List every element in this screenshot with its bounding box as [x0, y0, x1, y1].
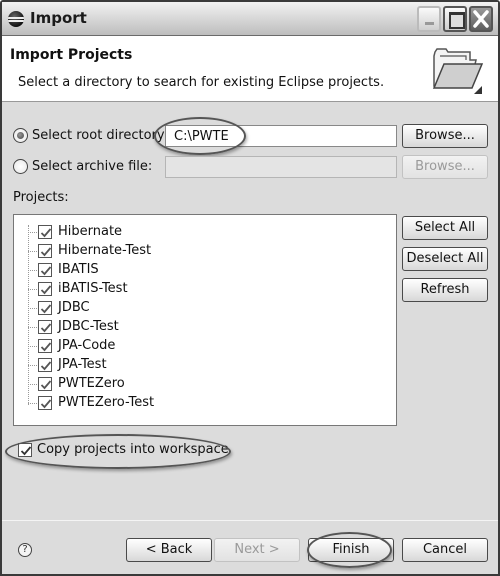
- project-item[interactable]: JPA-Test: [28, 356, 328, 375]
- project-name: IBATIS: [58, 262, 99, 277]
- minimize-button[interactable]: [417, 6, 441, 32]
- page-title: Import Projects: [10, 47, 133, 63]
- projects-list[interactable]: Hibernate Hibernate-Test IBATIS iBATIS-Test…: [13, 214, 397, 426]
- checkmark-icon: [40, 247, 52, 257]
- tree-branch: [28, 251, 37, 252]
- checkmark-icon: [40, 266, 52, 276]
- tree-branch: [28, 308, 37, 309]
- checkmark-icon: [40, 228, 52, 238]
- title-bar[interactable]: Import: [2, 2, 498, 36]
- root-directory-input[interactable]: [165, 125, 397, 147]
- deselect-all-button[interactable]: Deselect All: [402, 247, 488, 271]
- browse-archive-button[interactable]: Browse...: [402, 155, 488, 179]
- copy-into-workspace-label[interactable]: Copy projects into workspace: [37, 442, 229, 457]
- project-checkbox[interactable]: [38, 263, 52, 277]
- project-item[interactable]: iBATIS-Test: [28, 280, 328, 299]
- project-checkbox[interactable]: [38, 244, 52, 258]
- project-name: iBATIS-Test: [58, 281, 128, 296]
- tree-branch: [28, 384, 37, 385]
- project-checkbox[interactable]: [38, 377, 52, 391]
- checkmark-icon: [40, 323, 52, 333]
- tree-branch: [28, 403, 37, 404]
- checkmark-icon: [40, 380, 52, 390]
- checkmark-icon: [40, 285, 52, 295]
- project-name: PWTEZero: [58, 376, 125, 391]
- project-item[interactable]: PWTEZero-Test: [28, 394, 328, 413]
- project-checkbox[interactable]: [38, 282, 52, 296]
- page-description: Select a directory to search for existin…: [18, 75, 385, 90]
- project-name: JDBC: [58, 300, 90, 315]
- window-title: Import: [30, 9, 87, 27]
- wizard-banner: Import Projects Select a directory to se…: [2, 36, 498, 102]
- refresh-button[interactable]: Refresh: [402, 278, 488, 302]
- cancel-button[interactable]: Cancel: [402, 538, 488, 562]
- archive-file-radio[interactable]: [13, 159, 28, 174]
- project-item[interactable]: JPA-Code: [28, 337, 328, 356]
- project-checkbox[interactable]: [38, 320, 52, 334]
- eclipse-icon: [8, 11, 24, 27]
- next-button[interactable]: Next >: [214, 538, 300, 562]
- close-button[interactable]: [469, 6, 493, 32]
- project-name: JPA-Code: [58, 338, 116, 353]
- help-icon[interactable]: ?: [18, 543, 32, 557]
- root-directory-label[interactable]: Select root directory:: [32, 128, 168, 143]
- project-checkbox[interactable]: [38, 396, 52, 410]
- project-checkbox[interactable]: [38, 301, 52, 315]
- checkmark-icon: [40, 342, 52, 352]
- finish-button[interactable]: Finish: [308, 538, 394, 562]
- projects-label: Projects:: [13, 190, 69, 205]
- tree-branch: [28, 365, 37, 366]
- project-item[interactable]: PWTEZero: [28, 375, 328, 394]
- checkmark-icon: [40, 304, 52, 314]
- project-item[interactable]: Hibernate-Test: [28, 242, 328, 261]
- project-item[interactable]: JDBC-Test: [28, 318, 328, 337]
- folder-open-icon: [432, 48, 484, 94]
- project-item[interactable]: JDBC: [28, 299, 328, 318]
- project-item[interactable]: IBATIS: [28, 261, 328, 280]
- import-dialog: Import Import Projects Select a director…: [0, 0, 500, 576]
- copy-into-workspace-checkbox[interactable]: [18, 443, 32, 457]
- tree-branch: [28, 289, 37, 290]
- root-directory-radio[interactable]: [13, 128, 28, 143]
- select-all-button[interactable]: Select All: [402, 216, 488, 240]
- tree-branch: [28, 232, 37, 233]
- back-button[interactable]: < Back: [126, 538, 212, 562]
- project-checkbox[interactable]: [38, 225, 52, 239]
- project-name: PWTEZero-Test: [58, 395, 155, 410]
- project-checkbox[interactable]: [38, 339, 52, 353]
- project-checkbox[interactable]: [38, 358, 52, 372]
- maximize-button[interactable]: [443, 6, 467, 32]
- checkmark-icon: [20, 446, 32, 456]
- project-name: Hibernate: [58, 224, 123, 239]
- archive-file-label[interactable]: Select archive file:: [32, 159, 152, 174]
- project-item[interactable]: Hibernate: [28, 223, 328, 242]
- browse-directory-button[interactable]: Browse...: [402, 124, 488, 148]
- tree-branch: [28, 270, 37, 271]
- project-name: JDBC-Test: [58, 319, 119, 334]
- checkmark-icon: [40, 361, 52, 371]
- tree-branch: [28, 346, 37, 347]
- close-icon: [473, 10, 489, 28]
- checkmark-icon: [40, 399, 52, 409]
- tree-branch: [28, 327, 37, 328]
- footer-separator: [2, 520, 498, 521]
- archive-file-input[interactable]: [165, 156, 397, 178]
- project-name: Hibernate-Test: [58, 243, 152, 258]
- project-name: JPA-Test: [58, 357, 107, 372]
